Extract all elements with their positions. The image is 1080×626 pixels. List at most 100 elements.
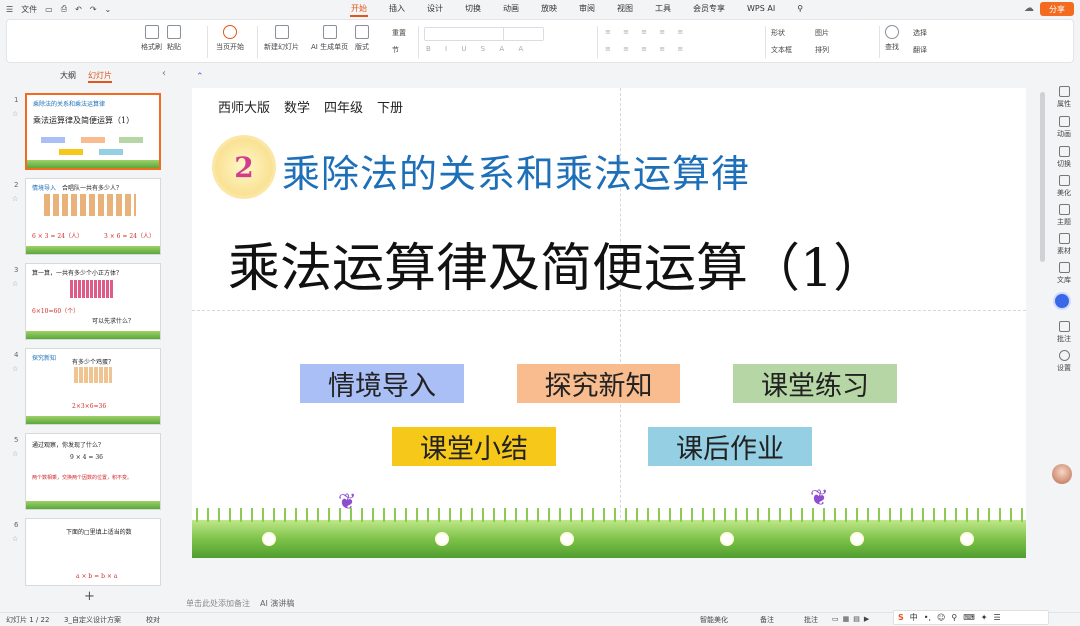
format-painter-button[interactable]: 格式刷 — [141, 25, 162, 52]
font-size-field[interactable] — [503, 27, 543, 41]
theme-icon — [1058, 204, 1070, 215]
section-button[interactable]: 节 — [392, 45, 399, 55]
scrollbar-thumb[interactable] — [1040, 92, 1045, 262]
tab-insert[interactable]: 插入 — [378, 0, 416, 18]
shape-button[interactable]: 形状 — [771, 28, 785, 38]
sidebar-assets[interactable]: 素材 — [1048, 233, 1080, 256]
punctuation-icon[interactable]: •, — [924, 613, 931, 622]
slide-thumbnail-5[interactable]: 通过观察，你发现了什么？ 9 × 4 = 36 两个数相乘，交换两个因数的位置，… — [25, 433, 161, 510]
tab-slideshow[interactable]: 放映 — [530, 0, 568, 18]
more-chevron-icon[interactable]: ⌄ — [105, 5, 112, 14]
tab-review[interactable]: 审阅 — [568, 0, 606, 18]
translate-button[interactable]: 翻译 — [913, 45, 927, 55]
cloud-icon[interactable]: ☁ — [1024, 3, 1034, 14]
slide-thumbnail-2[interactable]: 情境导入 合唱队一共有多少人？ 6 × 3 = 24（人） 3 × 6 = 24… — [25, 178, 161, 255]
view-mode-icons[interactable]: ▭▦▤▶ — [832, 615, 873, 623]
brush-icon — [144, 25, 159, 39]
mic-icon[interactable]: ⚲ — [951, 613, 957, 622]
chip-summary[interactable]: 课堂小结 — [392, 427, 556, 466]
ime-language[interactable]: 中 — [910, 612, 918, 623]
assets-icon — [1058, 233, 1070, 244]
sidebar-properties[interactable]: 属性 — [1048, 86, 1080, 109]
paragraph-icons[interactable]: ≡ ≡ ≡ ≡ ≡ — [605, 28, 688, 36]
font-style-icons[interactable]: B I U S A A — [426, 45, 529, 53]
tab-tools[interactable]: 工具 — [644, 0, 682, 18]
theme-name[interactable]: 3_自定义设计方案 — [64, 615, 121, 625]
new-slide-button[interactable]: 新建幻灯片 — [264, 25, 299, 52]
thumb-grass — [26, 416, 160, 424]
emoji-icon[interactable]: ☺ — [937, 613, 945, 622]
collapse-icon[interactable]: ‹ — [162, 68, 166, 79]
thumb-text: 可以先求什么？ — [92, 318, 135, 325]
print-icon[interactable]: ⎙ — [61, 4, 67, 14]
picture-button[interactable]: 图片 — [815, 28, 829, 38]
sidebar-settings[interactable]: 设置 — [1048, 350, 1080, 373]
arrange-button[interactable]: 排列 — [815, 45, 829, 55]
play-current-button[interactable]: 当页开始 — [216, 25, 244, 52]
align-icons[interactable]: ≡ ≡ ≡ ≡ ≡ — [605, 45, 688, 53]
flower-icon — [562, 534, 572, 544]
slide-thumbnail-4[interactable]: 探究新知 有多少个鸡蛋？ 2×3×6=36 — [25, 348, 161, 425]
add-slide-button[interactable]: + — [84, 589, 95, 604]
sidebar-transition[interactable]: 切换 — [1048, 146, 1080, 169]
notes-pane[interactable]: 单击此处添加备注 AI 演讲稿 — [180, 596, 1046, 610]
tab-member[interactable]: 会员专享 — [682, 0, 736, 18]
textbox-button[interactable]: 文本框 — [771, 45, 792, 55]
unit-number-badge: 2 — [215, 138, 273, 196]
vertical-scrollbar[interactable] — [1040, 72, 1046, 592]
tab-animation[interactable]: 动画 — [492, 0, 530, 18]
sidebar-theme[interactable]: 主题 — [1048, 204, 1080, 227]
sidebar-beautify[interactable]: 美化 — [1048, 175, 1080, 198]
notes-placeholder[interactable]: 单击此处添加备注 — [186, 598, 250, 609]
sidebar-comments[interactable]: 批注 — [1048, 321, 1080, 344]
comments-toggle[interactable]: 批注 — [804, 615, 818, 625]
ime-toolbar[interactable]: S 中 •, ☺ ⚲ ⌨ ✦ ☰ — [893, 610, 1049, 625]
redo-icon[interactable]: ↷ — [90, 5, 97, 14]
ai-speech-button[interactable]: AI 演讲稿 — [260, 598, 294, 609]
keyboard-icon[interactable]: ⌨ — [963, 613, 975, 622]
find-button[interactable]: 查找 — [885, 25, 899, 52]
paste-button[interactable]: 粘贴 — [167, 25, 181, 52]
tab-design[interactable]: 设计 — [416, 0, 454, 18]
file-menu[interactable]: 文件 — [21, 4, 37, 15]
slide-number: 6 — [14, 521, 19, 529]
smart-beautify-button[interactable]: 智能美化 — [700, 615, 728, 625]
slide-thumbnail-6[interactable]: 下面的□里填上适当的数 a × b = b × a — [25, 518, 161, 586]
flower-icon — [852, 534, 862, 544]
skin-icon[interactable]: ✦ — [981, 613, 988, 622]
menu-icon[interactable]: ☰ — [993, 613, 1000, 622]
notes-toggle[interactable]: 备注 — [760, 615, 774, 625]
slide-thumbnail-3[interactable]: 算一算，一共有多少个小正方体？ 6×10=60（个） 可以先求什么？ — [25, 263, 161, 340]
ai-generate-button[interactable]: AI 生成单页 — [311, 25, 348, 52]
layout-button[interactable]: 版式 — [355, 25, 369, 52]
chip-explore[interactable]: 探究新知 — [517, 364, 680, 403]
thumb-chip — [119, 137, 143, 143]
undo-icon[interactable]: ↶ — [75, 5, 82, 14]
proofread-button[interactable]: 校对 — [146, 615, 160, 625]
reset-button[interactable]: 重置 — [392, 28, 406, 38]
tab-slides[interactable]: 幻灯片 — [88, 70, 112, 83]
sidebar-animation[interactable]: 动画 — [1048, 116, 1080, 139]
menu-icon[interactable]: ☰ — [6, 5, 13, 14]
tab-home[interactable]: 开始 — [340, 0, 378, 18]
chip-homework[interactable]: 课后作业 — [648, 427, 812, 466]
slide-thumbnail-panel: 大纲 幻灯片 ‹ 1 ☆ 乘除法的关系和乘法运算律 乘法运算律及简便运算（1） … — [0, 64, 178, 612]
tab-transition[interactable]: 切换 — [454, 0, 492, 18]
ai-assistant-icon[interactable]: ⌃ — [196, 72, 204, 82]
share-button[interactable]: 分享 — [1040, 2, 1074, 16]
editing-canvas: ⌃ 西师大版 数学 四年级 下册 2 乘除法的关系和乘法运算律 乘法运算律及简便… — [180, 64, 1046, 594]
tab-outline[interactable]: 大纲 — [60, 70, 76, 83]
tab-wps-ai[interactable]: WPS AI — [736, 0, 786, 18]
select-button[interactable]: 选择 — [913, 28, 927, 38]
sidebar-library[interactable]: 文库 — [1048, 262, 1080, 285]
current-slide[interactable]: 西师大版 数学 四年级 下册 2 乘除法的关系和乘法运算律 乘法运算律及简便运算… — [192, 88, 1026, 558]
chip-practice[interactable]: 课堂练习 — [733, 364, 897, 403]
save-icon[interactable]: ▭ — [45, 5, 53, 14]
slide-thumbnail-1[interactable]: 乘除法的关系和乘法运算律 乘法运算律及简便运算（1） — [25, 93, 161, 170]
search-icon[interactable]: ⚲ — [786, 0, 814, 18]
chip-intro[interactable]: 情境导入 — [300, 364, 464, 403]
ai-copilot-icon[interactable] — [1055, 294, 1069, 308]
divider — [879, 26, 880, 58]
tab-view[interactable]: 视图 — [606, 0, 644, 18]
avatar[interactable] — [1052, 464, 1072, 484]
